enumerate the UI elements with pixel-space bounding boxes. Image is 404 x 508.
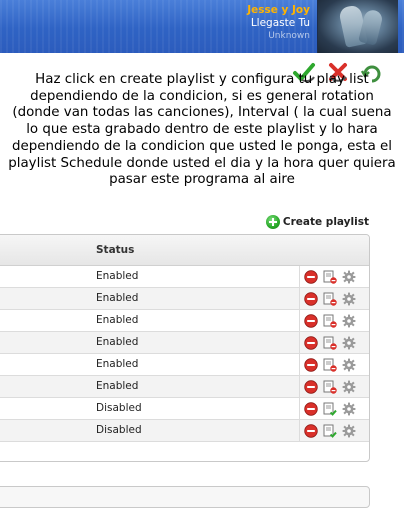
cell-divider [299, 266, 300, 287]
table-row: Enabled [0, 266, 369, 288]
status-cell: Enabled [96, 314, 139, 326]
settings-gear-icon[interactable] [342, 269, 356, 284]
table-row: Enabled [0, 288, 369, 310]
delete-icon[interactable] [304, 357, 318, 372]
instruction-text: Haz click en create playlist y configura… [8, 72, 396, 188]
enable-playlist-icon[interactable] [323, 423, 337, 438]
status-cell: Enabled [96, 336, 139, 348]
create-playlist-label: Create playlist [282, 216, 369, 228]
settings-gear-icon[interactable] [342, 313, 356, 328]
disable-playlist-icon[interactable] [323, 335, 337, 350]
table-row: Disabled [0, 398, 369, 420]
cell-divider [299, 376, 300, 397]
status-cell: Enabled [96, 358, 139, 370]
album-art [317, 0, 398, 53]
column-header-status[interactable]: Status [96, 244, 134, 256]
table-row: Enabled [0, 376, 369, 398]
status-cell: Disabled [96, 402, 142, 414]
disable-playlist-icon[interactable] [323, 313, 337, 328]
status-cell: Enabled [96, 292, 139, 304]
disable-playlist-icon[interactable] [323, 379, 337, 394]
plus-circle-icon [265, 215, 280, 229]
now-playing-title: Llegaste Tu [250, 17, 310, 29]
cell-divider [299, 310, 300, 331]
now-playing-artist: Jesse y Joy [247, 4, 310, 16]
cell-divider [299, 332, 300, 353]
status-cell: Enabled [96, 380, 139, 392]
disable-playlist-icon[interactable] [323, 269, 337, 284]
table-row: Enabled [0, 332, 369, 354]
cell-divider [299, 398, 300, 419]
cell-divider [299, 354, 300, 375]
settings-gear-icon[interactable] [342, 357, 356, 372]
now-playing-album: Unknown [268, 31, 310, 41]
enable-playlist-icon[interactable] [323, 401, 337, 416]
delete-icon[interactable] [304, 291, 318, 306]
settings-gear-icon[interactable] [342, 379, 356, 394]
status-cell: Disabled [96, 424, 142, 436]
table-row: Disabled [0, 420, 369, 442]
bottom-panel [0, 486, 370, 508]
settings-gear-icon[interactable] [342, 291, 356, 306]
cell-divider [299, 420, 300, 441]
now-playing-info: Jesse y Joy Llegaste Tu Unknown [247, 4, 310, 43]
settings-gear-icon[interactable] [342, 335, 356, 350]
disable-playlist-icon[interactable] [323, 357, 337, 372]
delete-icon[interactable] [304, 423, 318, 438]
delete-icon[interactable] [304, 379, 318, 394]
delete-icon[interactable] [304, 269, 318, 284]
table-row: Enabled [0, 310, 369, 332]
settings-gear-icon[interactable] [342, 401, 356, 416]
create-playlist-button[interactable]: Create playlist [265, 214, 369, 230]
table-row: Enabled [0, 354, 369, 376]
delete-icon[interactable] [304, 401, 318, 416]
cell-divider [299, 288, 300, 309]
settings-gear-icon[interactable] [342, 423, 356, 438]
table-header: Status [0, 235, 369, 266]
delete-icon[interactable] [304, 335, 318, 350]
delete-icon[interactable] [304, 313, 318, 328]
disable-playlist-icon[interactable] [323, 291, 337, 306]
now-playing-header: Jesse y Joy Llegaste Tu Unknown [0, 0, 404, 53]
playlists-table: Status Enabled Enabled Enabled Enabled Enabl… [0, 234, 370, 462]
status-cell: Enabled [96, 270, 139, 282]
